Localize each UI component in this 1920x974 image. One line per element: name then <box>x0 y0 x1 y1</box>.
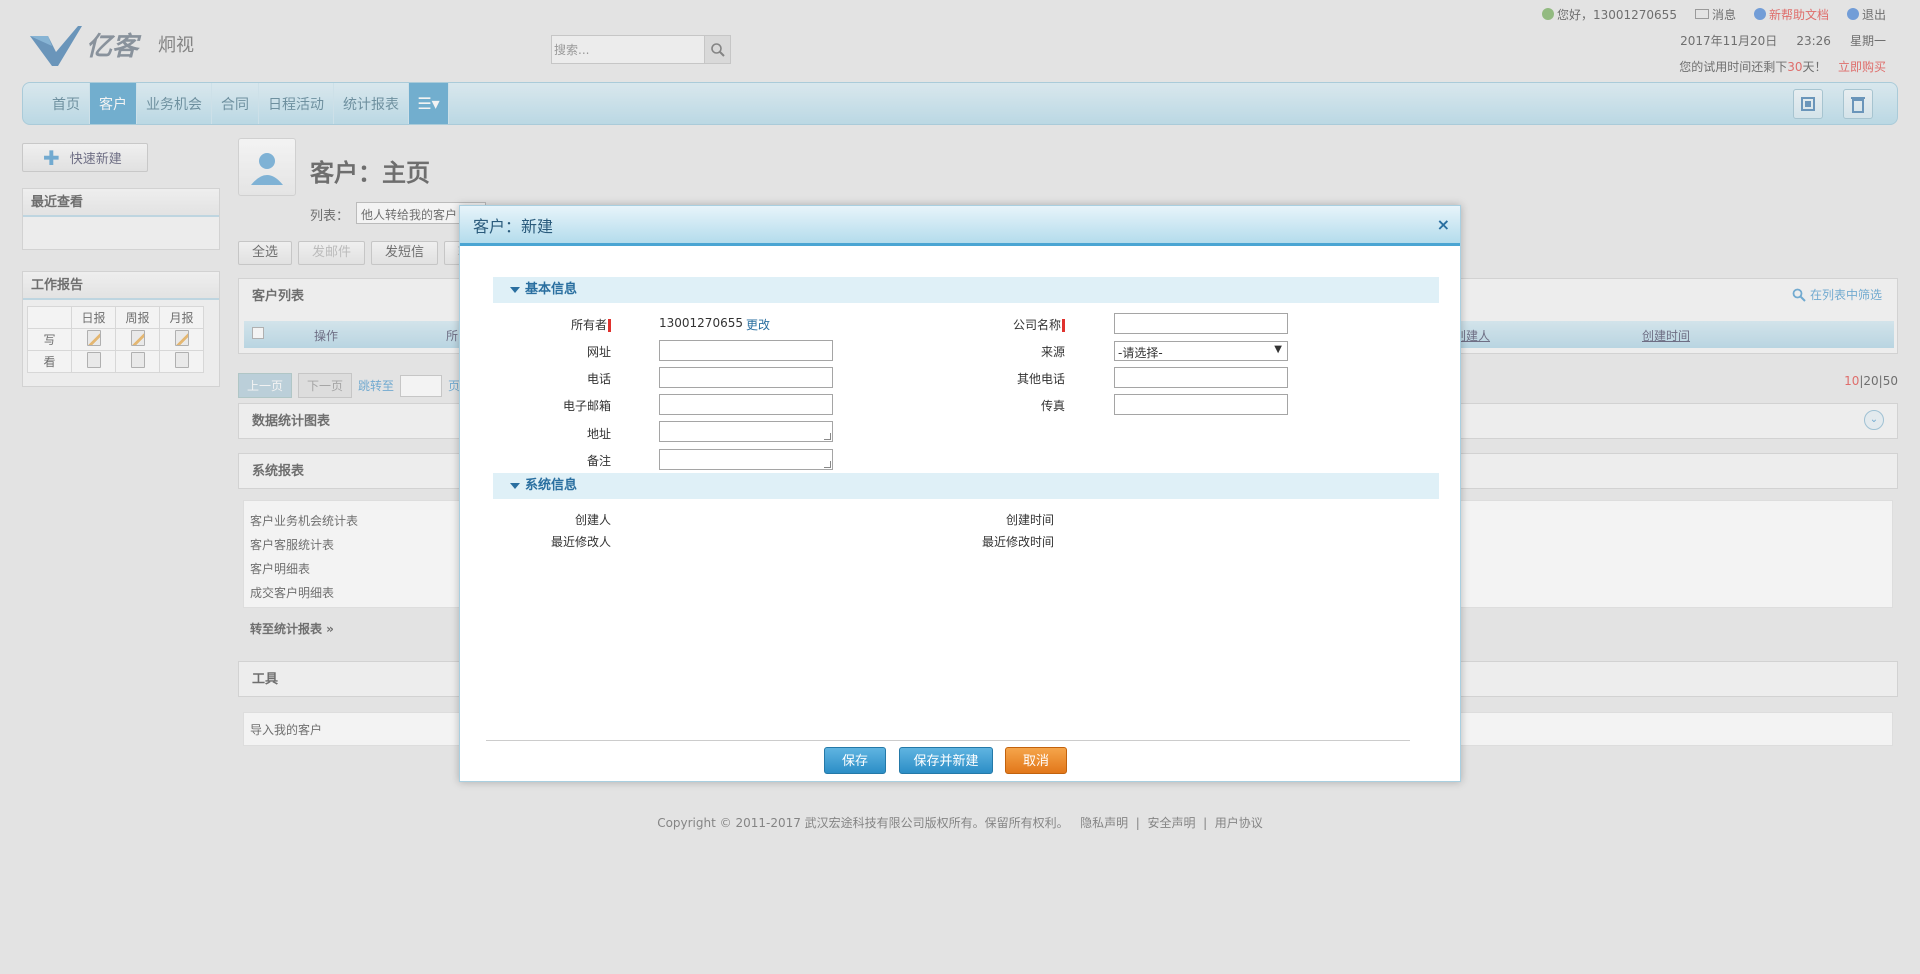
basic-info-section[interactable]: 基本信息 <box>493 277 1439 303</box>
source-select[interactable]: -请选择- ▼ <box>1114 341 1288 361</box>
phone-label: 电话 <box>586 372 611 386</box>
phone-input[interactable] <box>659 367 833 388</box>
system-info-section[interactable]: 系统信息 <box>493 473 1439 499</box>
notes-textarea[interactable] <box>659 449 833 470</box>
notes-label: 备注 <box>586 454 611 468</box>
change-owner-link[interactable]: 更改 <box>746 316 770 333</box>
website-label: 网址 <box>586 345 611 359</box>
other-phone-input[interactable] <box>1114 367 1288 388</box>
owner-value: 13001270655 <box>659 316 743 330</box>
create-time-label: 创建时间 <box>1005 513 1054 527</box>
source-label: 来源 <box>1040 345 1065 359</box>
owner-label: 所有者 <box>501 316 611 333</box>
creator-label: 创建人 <box>574 513 611 527</box>
new-customer-dialog: 客户：新建 × 基本信息 所有者 13001270655 更改 网址 电话 电子… <box>459 205 1461 782</box>
company-name-label: 公司名称 <box>955 316 1065 333</box>
address-textarea[interactable] <box>659 421 833 442</box>
close-icon[interactable]: × <box>1437 215 1450 234</box>
cancel-button[interactable]: 取消 <box>1005 747 1067 774</box>
company-name-input[interactable] <box>1114 313 1288 334</box>
email-label: 电子邮箱 <box>562 399 611 413</box>
last-modifier-label: 最近修改人 <box>550 535 611 549</box>
required-marker <box>608 319 611 332</box>
fax-input[interactable] <box>1114 394 1288 415</box>
save-and-new-button[interactable]: 保存并新建 <box>899 747 993 774</box>
dialog-title: 客户：新建 <box>473 216 554 236</box>
required-marker <box>1062 319 1065 332</box>
fax-label: 传真 <box>1040 399 1065 413</box>
save-button[interactable]: 保存 <box>824 747 886 774</box>
collapse-triangle-icon <box>510 483 520 489</box>
website-input[interactable] <box>659 340 833 361</box>
address-label: 地址 <box>586 427 611 441</box>
other-phone-label: 其他电话 <box>1016 372 1065 386</box>
dialog-divider <box>486 740 1410 741</box>
email-input[interactable] <box>659 394 833 415</box>
collapse-triangle-icon <box>510 287 520 293</box>
last-modify-time-label: 最近修改时间 <box>981 535 1054 549</box>
dropdown-arrow-icon: ▼ <box>1274 344 1282 355</box>
dialog-header: 客户：新建 × <box>460 206 1460 246</box>
